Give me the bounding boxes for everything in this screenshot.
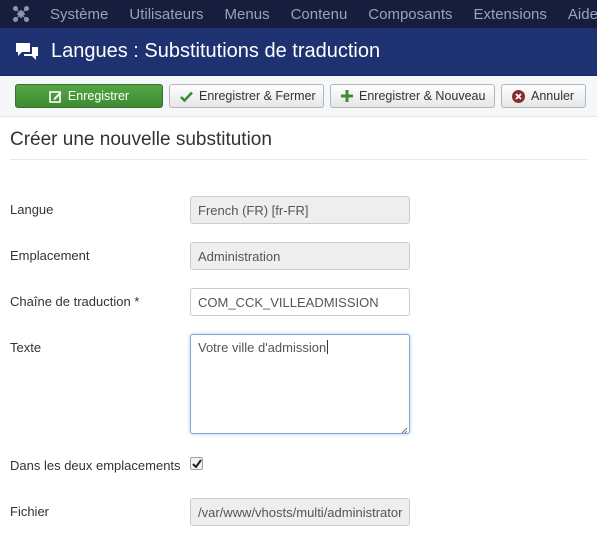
nav-utilisateurs[interactable]: Utilisateurs [129, 6, 203, 23]
nav-aide[interactable]: Aide [568, 6, 597, 23]
nav-menus[interactable]: Menus [225, 6, 270, 23]
save-new-button[interactable]: Enregistrer & Nouveau [330, 84, 495, 108]
resize-grip-icon[interactable] [399, 423, 408, 433]
joomla-logo-icon[interactable] [12, 4, 30, 24]
save-button-label: Enregistrer [67, 89, 130, 103]
cancel-circle-icon [512, 89, 525, 103]
language-field: French (FR) [fr-FR] [190, 196, 410, 224]
cancel-label: Annuler [531, 89, 575, 103]
checkmark-icon [191, 459, 202, 468]
form-title: Créer une nouvelle substitution [10, 129, 587, 160]
nav-composants[interactable]: Composants [368, 6, 452, 23]
edit-icon [49, 90, 62, 103]
comments-icon [14, 41, 40, 63]
location-field: Administration [190, 242, 410, 270]
both-label: Dans les deux emplacements [10, 458, 181, 473]
save-close-button[interactable]: Enregistrer & Fermer [169, 84, 324, 108]
save-new-label: Enregistrer & Nouveau [359, 89, 486, 103]
language-label: Langue [10, 202, 54, 217]
text-label: Texte [10, 340, 42, 355]
cancel-button[interactable]: Annuler [501, 84, 586, 108]
text-cursor [327, 340, 329, 354]
both-checkbox[interactable] [190, 457, 203, 470]
toolbar: Enregistrer Enregistrer & Fermer Enregis… [0, 76, 597, 117]
text-textarea[interactable]: Votre ville d'admission [190, 334, 410, 434]
plus-icon [341, 90, 353, 102]
nav-systeme[interactable]: Système [50, 6, 108, 23]
save-button[interactable]: Enregistrer [15, 84, 163, 108]
nav-contenu[interactable]: Contenu [291, 6, 348, 23]
page-header: Langues : Substitutions de traduction [0, 28, 597, 76]
file-label: Fichier [10, 504, 50, 519]
page-title: Langues : Substitutions de traduction [51, 40, 381, 62]
check-icon [180, 91, 193, 102]
key-label: Chaîne de traduction * [10, 294, 140, 309]
file-field: /var/www/vhosts/multi/administrator [190, 498, 410, 526]
key-input[interactable]: COM_CCK_VILLEADMISSION [190, 288, 410, 316]
nav-extensions[interactable]: Extensions [474, 6, 547, 23]
location-label: Emplacement [10, 248, 90, 263]
top-navbar: Système Utilisateurs Menus Contenu Compo… [0, 0, 597, 28]
save-close-label: Enregistrer & Fermer [199, 89, 316, 103]
text-value: Votre ville d'admission [198, 340, 327, 355]
